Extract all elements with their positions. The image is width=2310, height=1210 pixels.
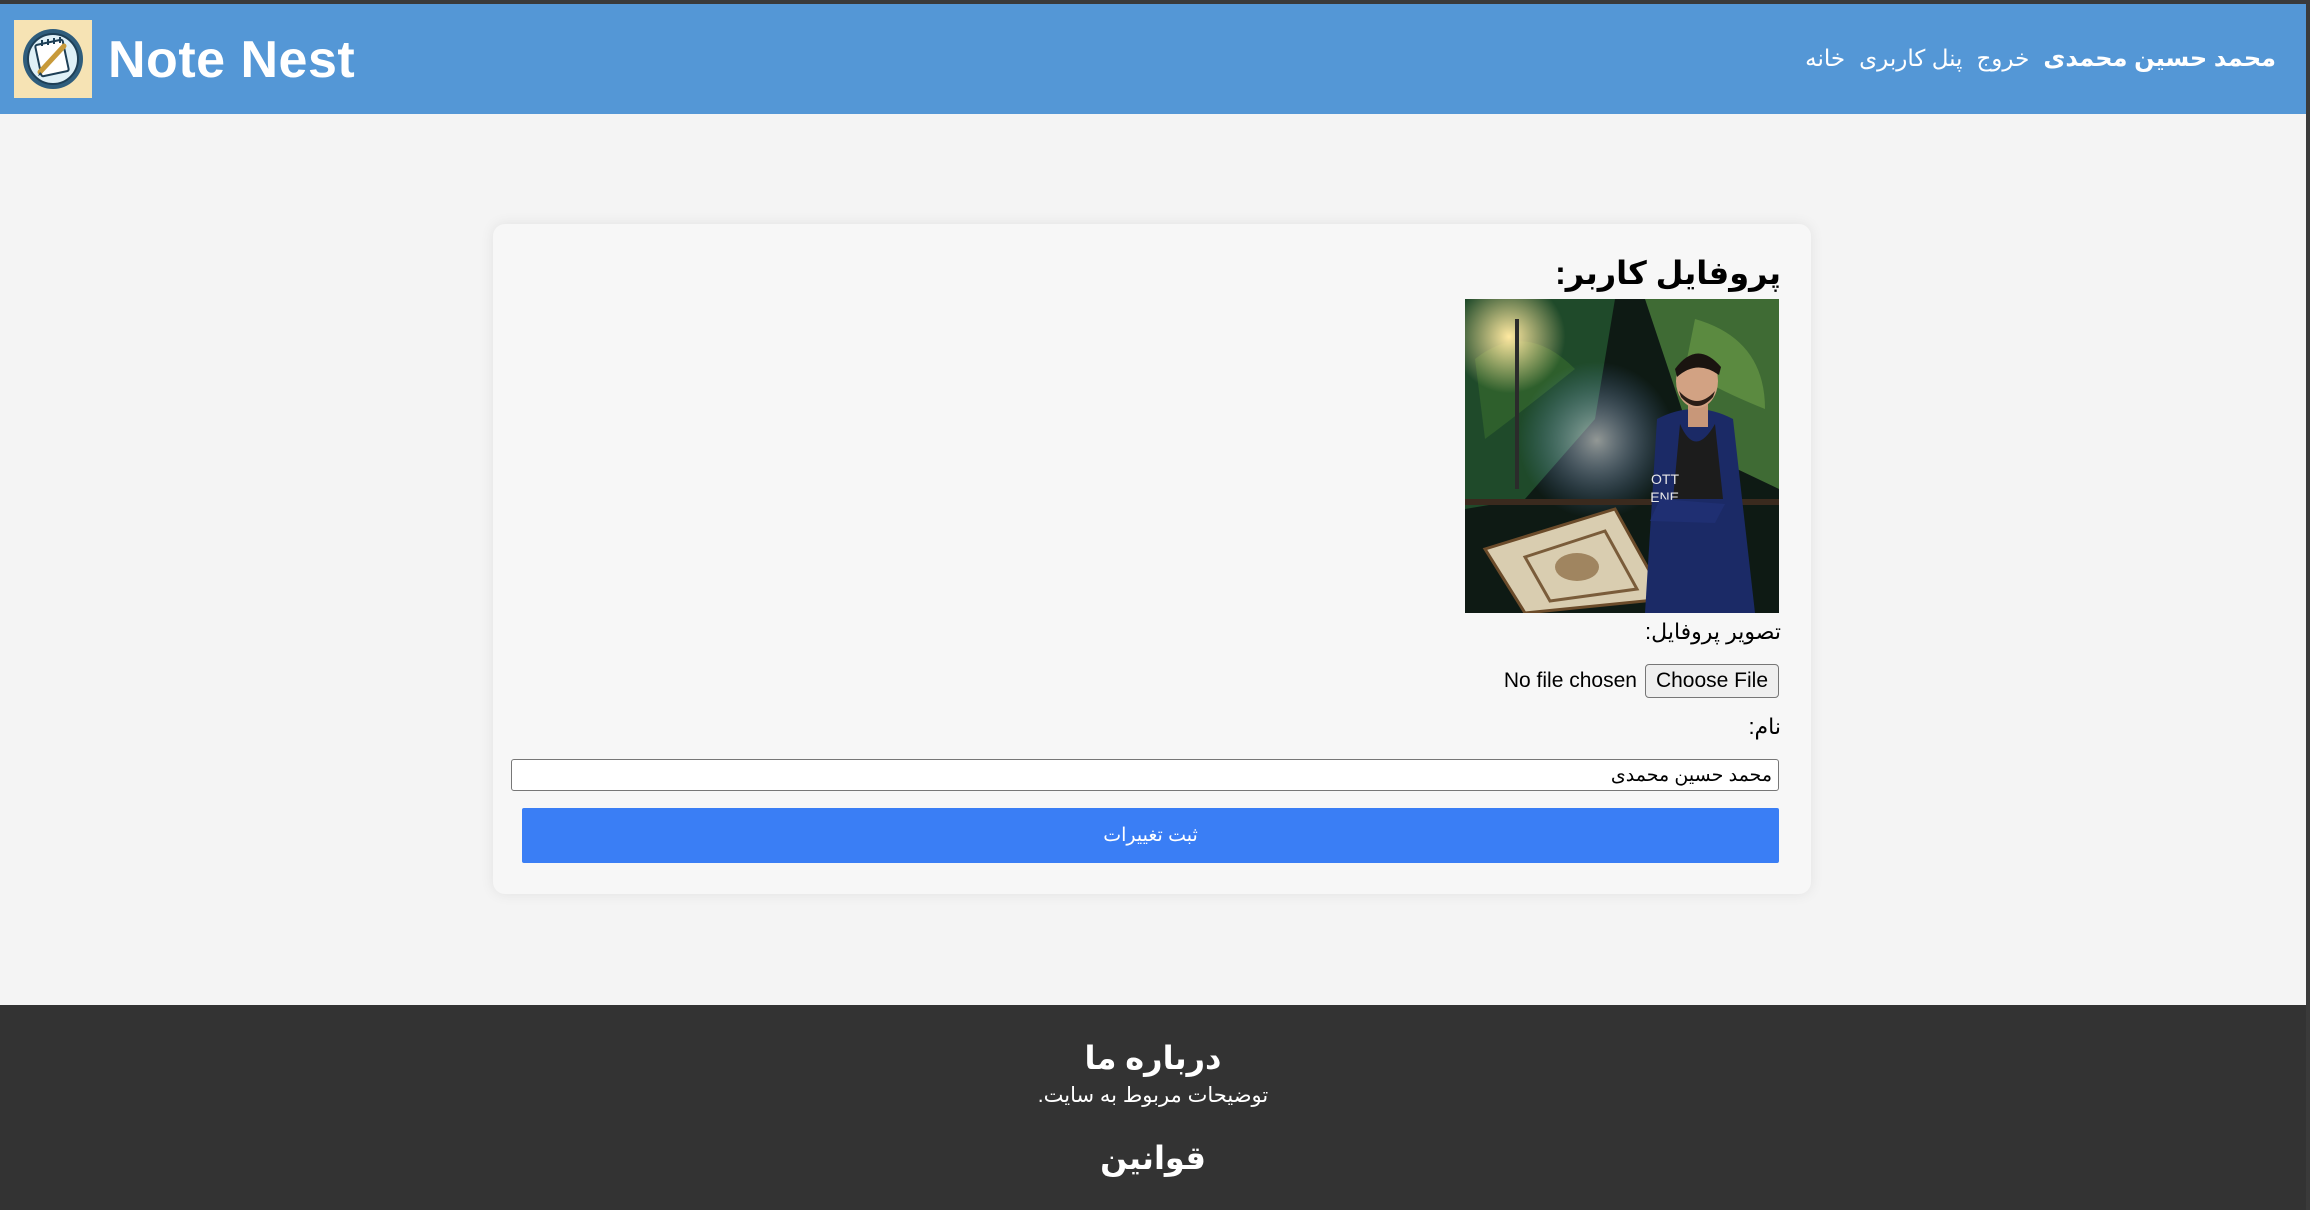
footer-rules-title: قوانین xyxy=(1100,1140,1206,1176)
profile-photo-label: تصویر پروفایل: xyxy=(1645,619,1781,644)
brand-title[interactable]: Note Nest xyxy=(108,30,355,90)
profile-card: پروفایل کاربر: OTT ENE تصویر پروفایل: Ch… xyxy=(493,224,1811,894)
choose-file-button[interactable]: Choose File xyxy=(1644,664,1779,698)
nav-user-name[interactable]: محمد حسین محمدی xyxy=(2043,44,2276,73)
save-changes-button[interactable]: ثبت تغییرات xyxy=(522,808,1779,863)
name-input[interactable] xyxy=(511,759,1779,791)
name-label: نام: xyxy=(1748,714,1781,739)
profile-photo: OTT ENE xyxy=(1465,299,1779,613)
svg-text:OTT: OTT xyxy=(1651,471,1679,487)
site-header: Note Nest خانه پنل کاربری خروج محمد حسین… xyxy=(0,4,2306,114)
footer-about-description: توضیحات مربوط به سایت. xyxy=(1037,1084,1269,1107)
window-right-border xyxy=(2306,0,2310,1210)
notepad-logo-icon[interactable] xyxy=(14,20,92,98)
file-picker: Choose File No file chosen xyxy=(1504,664,1779,698)
profile-title: پروفایل کاربر: xyxy=(1555,255,1781,291)
nav-logout-link[interactable]: خروج xyxy=(1976,45,2029,72)
footer-about-title: درباره ما xyxy=(1084,1040,1222,1076)
nav-user-panel-link[interactable]: پنل کاربری xyxy=(1859,45,1962,72)
file-status-text: No file chosen xyxy=(1503,669,1637,692)
site-footer: درباره ما توضیحات مربوط به سایت. قوانین xyxy=(0,1005,2306,1210)
main-nav: خانه پنل کاربری خروج محمد حسین محمدی xyxy=(1805,44,2276,73)
nav-home-link[interactable]: خانه xyxy=(1805,45,1845,72)
